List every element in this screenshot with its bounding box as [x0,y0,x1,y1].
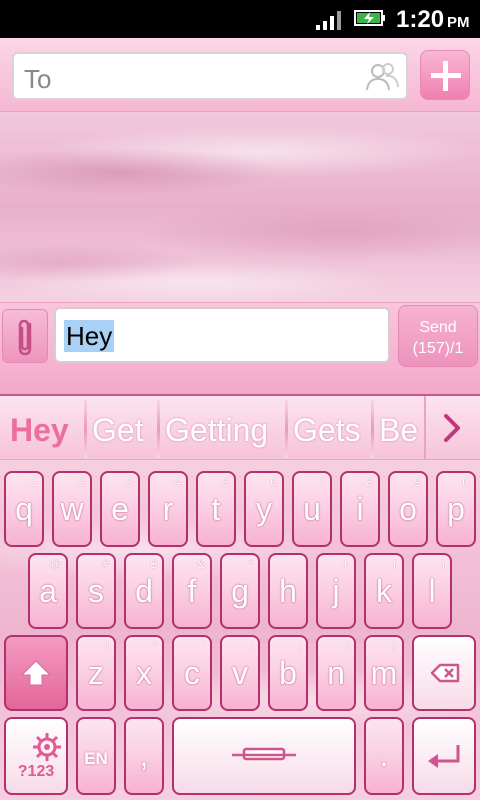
key-t[interactable]: 5t [196,471,236,547]
shift-arrow-icon [20,660,52,686]
suggestion-bar: Hey Get Getting Gets Be [0,394,480,460]
send-label: Send [419,319,457,336]
space-key[interactable] [172,717,356,795]
send-button[interactable]: Send (157)/1 [398,305,478,367]
key-f[interactable]: & f [172,553,212,629]
status-bar: 1:20 PM [0,0,480,38]
suggestion-item[interactable]: Getting [165,412,268,449]
to-field[interactable]: To [12,52,408,100]
key-u[interactable]: 7u [292,471,332,547]
shift-key[interactable] [4,635,68,711]
paperclip-icon [18,319,32,356]
keyboard: 1q 2w 3e 4r 5t 6y 7u 8i 9o 0p @ a # s $ d &… [0,460,480,800]
key-d[interactable]: $ d [124,553,164,629]
key-w[interactable]: 2w [52,471,92,547]
key-o[interactable]: 9o [388,471,428,547]
contacts-icon[interactable] [364,60,400,94]
key-x[interactable]: " x [124,635,164,711]
key-n[interactable]: / n [316,635,356,711]
language-key[interactable]: EN [76,717,116,795]
key-h[interactable]: -h [268,553,308,629]
gear-icon [33,733,61,761]
more-suggestions-button[interactable] [424,396,480,459]
divider [157,400,160,458]
symbols-label: ?123 [17,763,55,780]
key-b[interactable]: ; b [268,635,308,711]
key-g[interactable]: * g [220,553,260,629]
recipient-header: To [0,38,480,112]
key-z[interactable]: ! z [76,635,116,711]
key-y[interactable]: 6y [244,471,284,547]
add-recipient-button[interactable] [420,50,470,100]
clock: 1:20 PM [396,6,470,33]
key-i[interactable]: 8i [340,471,380,547]
message-input[interactable]: Hey [54,307,390,363]
key-a[interactable]: @ a [28,553,68,629]
key-c[interactable]: ' c [172,635,212,711]
message-text: Hey [64,320,115,352]
key-p[interactable]: 0p [436,471,476,547]
attach-button[interactable] [2,309,48,363]
divider [285,400,288,458]
chevron-right-icon [444,414,460,442]
suggestion-item[interactable]: Gets [293,412,361,449]
key-comma[interactable]: , [124,717,164,795]
symbols-key[interactable]: ?123 [4,717,68,795]
to-placeholder: To [24,64,52,94]
key-l[interactable]: ) l [412,553,452,629]
key-q[interactable]: 1q [4,471,44,547]
key-k[interactable]: (k [364,553,404,629]
divider [371,400,374,458]
backspace-icon [430,663,460,683]
suggestion-item[interactable]: Get [92,412,144,449]
backspace-key[interactable] [412,635,476,711]
enter-key[interactable] [412,717,476,795]
character-count: (157)/1 [412,340,464,357]
suggestion-item[interactable]: Be [379,412,418,449]
compose-bar: Hey Send (157)/1 [0,302,480,394]
space-bar-icon [232,747,296,761]
key-e[interactable]: 3e [100,471,140,547]
key-v[interactable]: :v [220,635,260,711]
enter-icon [428,745,460,768]
conversation-area [0,112,480,302]
battery-charging-icon [354,10,385,26]
key-m[interactable]: ? m [364,635,404,711]
divider [84,400,87,458]
key-j[interactable]: + j [316,553,356,629]
suggestion-item[interactable]: Hey [10,412,69,449]
plus-icon [431,61,461,91]
key-s[interactable]: # s [76,553,116,629]
key-period[interactable]: . [364,717,404,795]
signal-icon [316,11,341,30]
key-r[interactable]: 4r [148,471,188,547]
